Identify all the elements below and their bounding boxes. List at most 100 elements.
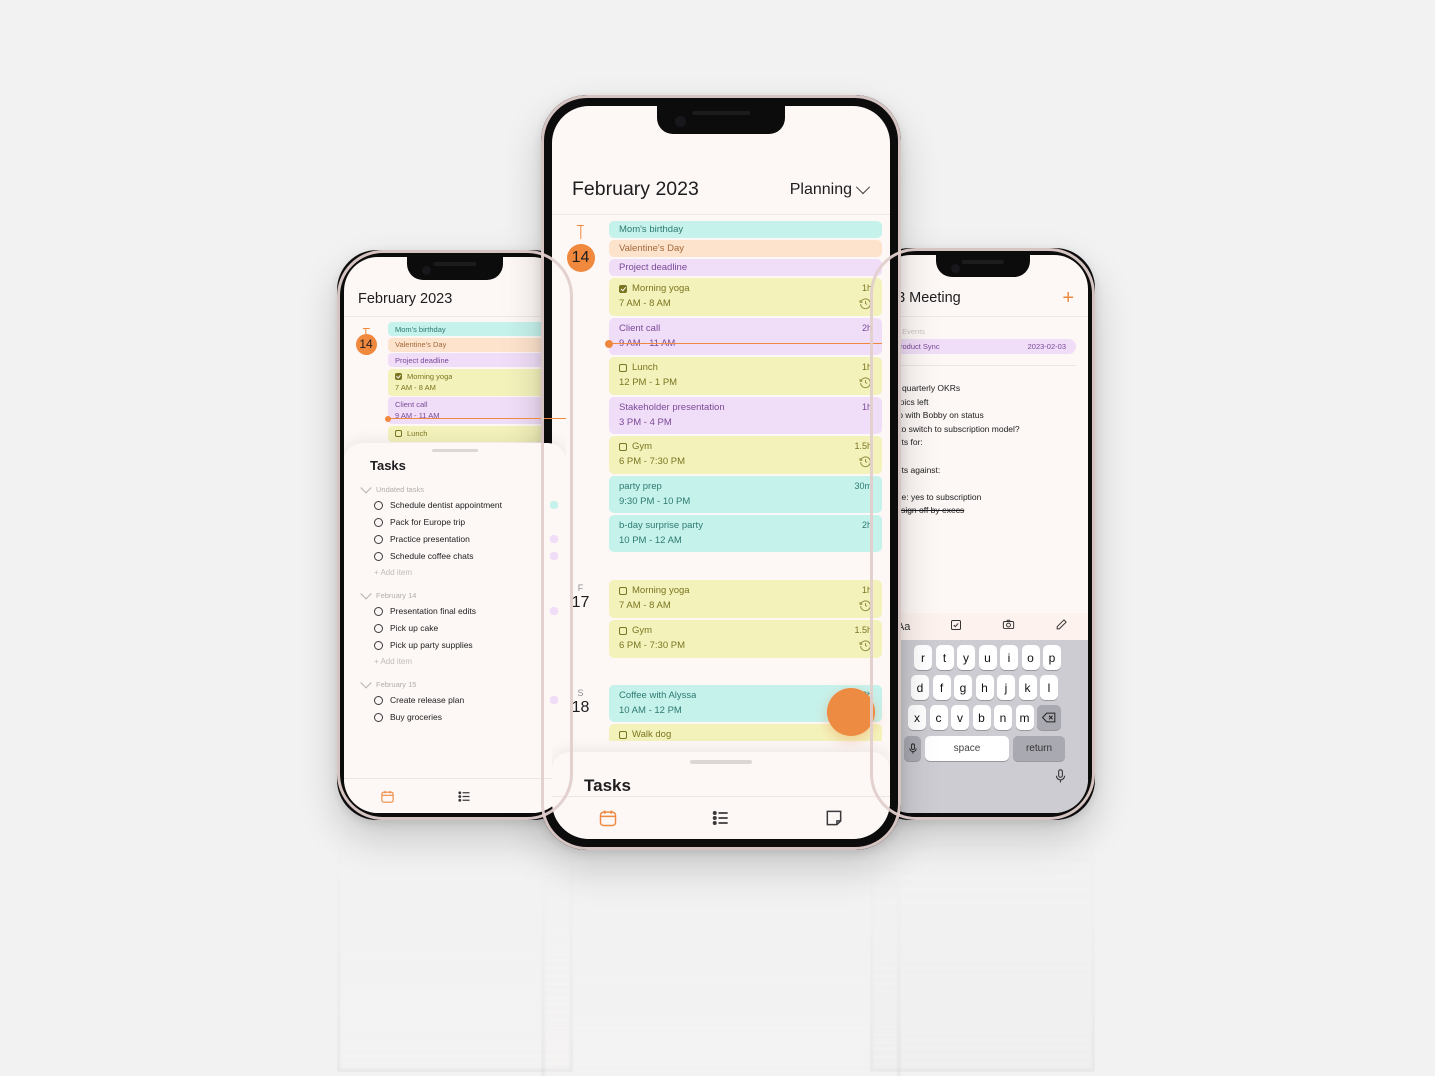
event-chip[interactable]: Gym 6 PM - 7:30 PM 1.5h: [609, 436, 882, 474]
event-chip[interactable]: Lunch: [388, 425, 566, 442]
today-pin-stem: [365, 328, 367, 340]
key[interactable]: c: [929, 705, 948, 730]
checkbox-button[interactable]: [950, 618, 962, 636]
event-chip[interactable]: Morning yoga 7 AM - 8 AM: [388, 368, 566, 396]
sidebar-item-list[interactable]: [711, 808, 731, 828]
key[interactable]: o: [1021, 645, 1040, 670]
task-row[interactable]: Pick up cake: [374, 623, 552, 633]
task-checkbox-icon[interactable]: [619, 586, 627, 595]
key[interactable]: t: [935, 645, 954, 670]
task-row[interactable]: Presentation final edits: [374, 606, 558, 616]
camera-button[interactable]: [1002, 618, 1015, 636]
today-badge[interactable]: 14: [566, 244, 595, 272]
key[interactable]: b: [972, 705, 991, 730]
task-row[interactable]: Pack for Europe trip: [374, 517, 552, 527]
event-chip[interactable]: Mom's birthday: [388, 322, 566, 336]
key[interactable]: j: [997, 675, 1015, 700]
event-time: 10 AM - 12 PM: [619, 705, 682, 716]
task-row[interactable]: Pick up party supplies: [374, 640, 552, 650]
pencil-button[interactable]: [1055, 618, 1068, 636]
key[interactable]: n: [994, 705, 1012, 730]
key[interactable]: r: [914, 645, 932, 670]
keyboard-row-3: x c v b n m: [877, 705, 1088, 730]
event-chip[interactable]: Client call 9 AM - 11 AM 2h: [609, 318, 882, 355]
sidebar-item-calendar[interactable]: [380, 789, 395, 804]
task-row[interactable]: Schedule coffee chats: [374, 551, 558, 561]
key[interactable]: k: [1018, 675, 1037, 700]
event-chip[interactable]: Project deadline: [609, 259, 882, 276]
key[interactable]: v: [951, 705, 969, 730]
sheet-grabber[interactable]: [432, 449, 478, 452]
key[interactable]: y: [957, 645, 975, 670]
task-group-header[interactable]: February 15: [360, 676, 552, 689]
sheet-title: Tasks: [584, 775, 631, 795]
key[interactable]: g: [954, 675, 972, 700]
task-group-header[interactable]: February 14: [360, 587, 552, 600]
task-checkbox-icon[interactable]: [374, 695, 383, 705]
space-key[interactable]: space: [925, 736, 1009, 761]
task-checkbox-icon[interactable]: [619, 284, 627, 293]
dictation-key[interactable]: [904, 736, 921, 761]
event-chip[interactable]: Client call 9 AM - 11 AM: [388, 397, 566, 424]
event-chip[interactable]: Mom's birthday: [609, 221, 882, 238]
key[interactable]: l: [1040, 675, 1058, 700]
task-checkbox-icon[interactable]: [374, 640, 383, 650]
event-chip[interactable]: Project deadline: [388, 353, 566, 367]
task-checkbox-icon[interactable]: [374, 517, 383, 527]
event-chip[interactable]: Morning yoga 7 AM - 8 AM 1h: [609, 278, 882, 316]
task-label: Pack for Europe trip: [390, 517, 466, 527]
calendar-event-chip[interactable]: Product Sync 2023-02-03: [885, 339, 1076, 354]
event-chip[interactable]: Lunch 12 PM - 1 PM 1h: [609, 357, 882, 395]
events-column-14: Mom's birthday Valentine's Day Project d…: [609, 221, 890, 554]
task-row[interactable]: Schedule dentist appointment: [374, 500, 558, 510]
task-checkbox-icon[interactable]: [619, 626, 627, 635]
key[interactable]: x: [908, 705, 926, 730]
task-checkbox-icon[interactable]: [374, 606, 383, 616]
task-checkbox-icon[interactable]: [619, 730, 627, 739]
event-chip[interactable]: Valentine's Day: [388, 337, 566, 352]
add-event-fab[interactable]: [827, 688, 875, 736]
event-chip[interactable]: Valentine's Day: [609, 240, 882, 257]
task-row[interactable]: Practice presentation: [374, 534, 558, 544]
add-item-button[interactable]: + Add item: [374, 568, 552, 577]
task-checkbox-icon[interactable]: [374, 500, 383, 510]
sidebar-item-calendar[interactable]: [598, 808, 618, 828]
calendar-icon: [381, 790, 394, 803]
event-chip[interactable]: Morning yoga 7 AM - 8 AM 1h: [609, 580, 882, 618]
task-checkbox-icon[interactable]: [395, 372, 402, 380]
event-chip[interactable]: Gym 6 PM - 7:30 PM 1.5h: [609, 620, 882, 658]
add-item-button[interactable]: + Add item: [374, 657, 552, 666]
key[interactable]: i: [1000, 645, 1018, 670]
backspace-key[interactable]: [1037, 705, 1061, 730]
task-checkbox-icon[interactable]: [619, 442, 627, 451]
event-chip[interactable]: Stakeholder presentation 3 PM - 4 PM 1h: [609, 397, 882, 434]
return-key[interactable]: return: [1013, 736, 1065, 761]
task-checkbox-icon[interactable]: [374, 551, 383, 561]
keyboard-bottom-bar: [877, 761, 1088, 791]
task-checkbox-icon[interactable]: [619, 363, 627, 372]
agenda-list[interactable]: 14 Mom's birthday Valentine's Day Projec…: [552, 215, 890, 741]
key[interactable]: d: [911, 675, 929, 700]
key[interactable]: m: [1015, 705, 1034, 730]
view-switcher[interactable]: Planning: [790, 179, 871, 199]
key[interactable]: h: [975, 675, 994, 700]
sheet-grabber[interactable]: [690, 760, 752, 764]
event-title: Morning yoga: [632, 585, 690, 596]
task-row[interactable]: Buy groceries: [374, 712, 552, 722]
key[interactable]: f: [932, 675, 951, 700]
sidebar-item-notes[interactable]: [824, 808, 844, 828]
task-group-header[interactable]: Undated tasks: [360, 485, 552, 494]
task-checkbox-icon[interactable]: [374, 534, 383, 544]
note-body[interactable]: t for quarterly OKRs re epics left w up …: [877, 366, 1088, 518]
add-note-button[interactable]: +: [1062, 288, 1074, 308]
task-row[interactable]: Create release plan: [374, 695, 558, 705]
task-checkbox-icon[interactable]: [395, 429, 402, 437]
task-checkbox-icon[interactable]: [374, 623, 383, 633]
event-chip[interactable]: b-day surprise party 10 PM - 12 AM 2h: [609, 515, 882, 552]
sidebar-item-list[interactable]: [457, 789, 472, 804]
calendar-icon: [600, 810, 617, 827]
key[interactable]: p: [1043, 645, 1061, 670]
task-checkbox-icon[interactable]: [374, 712, 383, 722]
key[interactable]: u: [978, 645, 997, 670]
event-chip[interactable]: party prep 9:30 PM - 10 PM 30m: [609, 476, 882, 513]
